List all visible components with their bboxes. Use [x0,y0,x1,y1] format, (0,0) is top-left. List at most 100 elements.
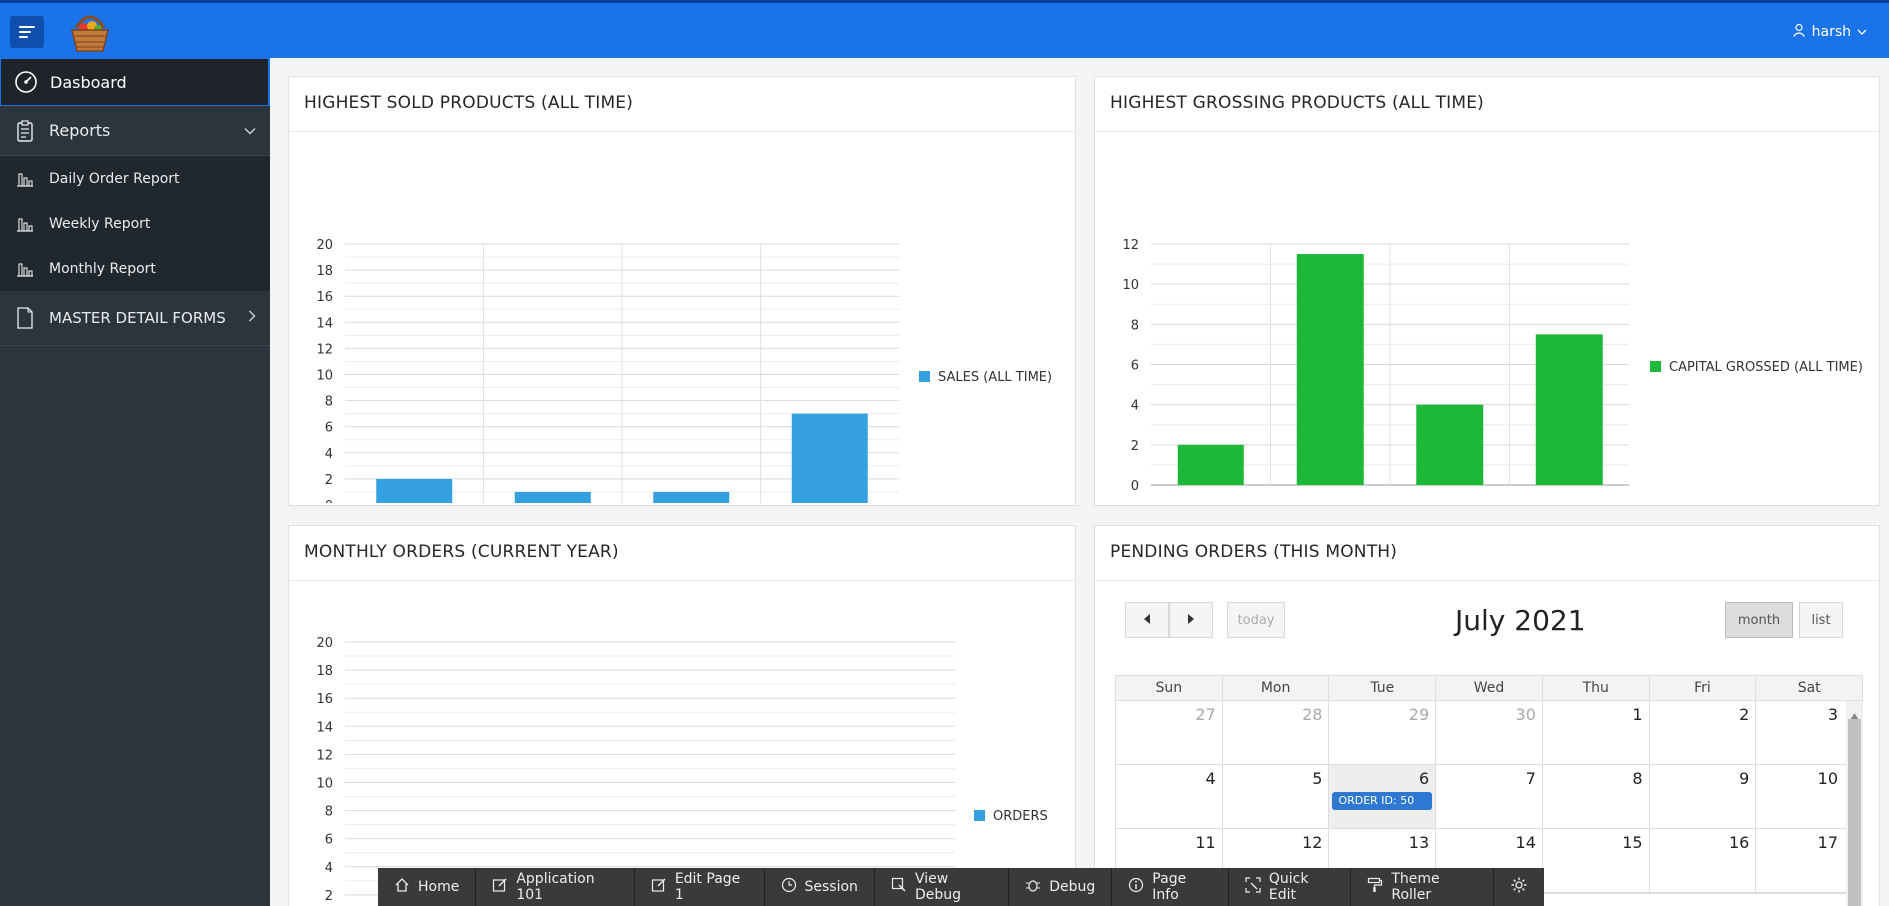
dev-label: Theme Roller [1391,871,1440,903]
calendar-day[interactable]: 5 [1223,765,1330,828]
weekday-label: Sat [1797,680,1821,696]
calendar-day[interactable]: 30 [1436,701,1543,764]
clipboard-icon [13,119,37,143]
y-tick-label: 20 [316,636,333,651]
weekday-label: Fri [1650,676,1757,700]
sidebar: Dasboard Reports Daily Order Report Week… [0,58,270,906]
sidebar-item-weekly-report[interactable]: Weekly Report [0,201,270,246]
y-tick-label: 2 [1131,439,1139,454]
day-number: 1 [1632,705,1643,724]
panel-title: MONTHLY ORDERS (CURRENT YEAR) [304,542,619,562]
calendar-week: 27 28 29 30 1 2 3 [1116,701,1862,765]
bug-icon [1025,877,1041,897]
highest-grossing-panel: HIGHEST GROSSING PRODUCTS (ALL TIME) 0 2 4… [1094,76,1880,506]
y-tick-label: 4 [325,861,333,876]
dev-view-debug-button[interactable]: View Debug [875,868,1010,906]
dev-page-info-button[interactable]: Page Info [1112,868,1229,906]
next-month-button[interactable] [1169,602,1213,638]
calendar-day[interactable]: 28 [1223,701,1330,764]
sidebar-item-label: Monthly Report [49,260,156,277]
sidebar-item-label: MASTER DETAIL FORMS [49,309,226,327]
scrollbar-thumb[interactable] [1848,719,1861,906]
dev-session-button[interactable]: Session [765,868,875,906]
dev-label: Page Info [1152,871,1187,903]
file-icon [13,306,37,330]
basket-logo[interactable] [66,8,114,56]
legend-swatch [919,371,930,382]
menu-toggle-button[interactable] [10,16,44,48]
dev-edit-page-button[interactable]: Edit Page 1 [635,868,765,906]
x-tick-label: Black Garlic,Organic [1384,502,1516,503]
weekday-label: Tue [1329,676,1437,700]
reports-submenu: Daily Order Report Weekly Report Monthly… [0,156,270,291]
calendar-day-today[interactable]: 6 ORDER ID: 50 [1329,765,1437,828]
y-tick-label: 20 [316,238,333,253]
dev-quick-edit-button[interactable]: Quick Edit [1229,868,1352,906]
calendar-day[interactable]: 29 [1329,701,1437,764]
calendar-day[interactable]: 15 [1543,829,1650,892]
capital-bar-chart: 024681012SpringOnions,Organic(bunch)Beet… [1122,238,1862,503]
sidebar-item-monthly-report[interactable]: Monthly Report [0,246,270,291]
dev-theme-roller-button[interactable]: Theme Roller [1351,868,1494,906]
today-button[interactable]: today [1227,602,1285,638]
prev-month-button[interactable] [1125,602,1169,638]
caret-right-icon [1187,613,1195,628]
y-tick-label: 18 [316,264,333,279]
calendar-day[interactable]: 4 [1116,765,1223,828]
calendar-day[interactable]: 2 [1650,701,1757,764]
y-tick-label: 0 [325,499,333,503]
dev-debug-button[interactable]: Debug [1009,868,1113,906]
calendar-day[interactable]: 8 [1543,765,1650,828]
calendar-scrollbar[interactable] [1846,701,1863,906]
user-menu[interactable]: harsh [1792,23,1867,41]
dev-settings-button[interactable] [1494,868,1544,906]
sidebar-item-daily-order-report[interactable]: Daily Order Report [0,156,270,201]
y-tick-label: 6 [325,421,333,436]
sales-bar-chart: 02468101214161820Spring Onions,Organic(b… [316,238,1052,503]
day-number: 14 [1515,833,1536,852]
month-view-button[interactable]: month [1725,602,1793,638]
y-tick-label: 14 [316,720,333,735]
sidebar-item-reports[interactable]: Reports [0,106,270,156]
day-number: 12 [1302,833,1323,852]
panel-divider [1095,580,1879,581]
weekday-label: Wed [1436,676,1543,700]
y-tick-label: 6 [1131,359,1139,374]
dev-label: Home [418,879,460,895]
panel-title: PENDING ORDERS (THIS MONTH) [1110,542,1398,562]
weekday-label: Thu [1543,676,1650,700]
x-tick-label: Chicken Breast [1521,502,1618,503]
sidebar-item-master-detail-forms[interactable]: MASTER DETAIL FORMS [0,291,270,346]
gear-icon [1510,876,1528,898]
list-view-button[interactable]: list [1799,602,1843,638]
calendar-day[interactable]: 27 [1116,701,1223,764]
legend-swatch [974,810,985,821]
sidebar-item-dashboard[interactable]: Dasboard [0,58,270,106]
order-event[interactable]: ORDER ID: 50 [1332,792,1433,810]
dev-application-button[interactable]: Application 101 [476,868,635,906]
calendar-day[interactable]: 9 [1650,765,1757,828]
dev-home-button[interactable]: Home [378,868,477,906]
calendar-day[interactable]: 16 [1650,829,1757,892]
day-number: 3 [1827,705,1839,724]
home-icon [394,877,410,897]
sidebar-item-label: Weekly Report [49,215,151,232]
legend-swatch [1650,361,1661,372]
y-tick-label: 0 [1131,479,1139,494]
clock-icon [781,877,797,897]
y-tick-label: 2 [325,889,333,904]
calendar-day[interactable]: 1 [1543,701,1650,764]
y-tick-label: 12 [316,748,333,763]
dev-label: Edit Page 1 [674,871,741,903]
y-tick-label: 12 [1122,238,1139,253]
day-number: 30 [1515,705,1536,724]
paint-roller-icon [1367,877,1383,897]
x-tick-label: Spring [1190,502,1232,503]
calendar-day[interactable]: 7 [1436,765,1543,828]
calendar-title: July 2021 [1455,604,1586,637]
day-number: 8 [1632,769,1643,788]
user-name: harsh [1811,24,1851,40]
cursor-icon [891,877,907,897]
day-number: 7 [1525,769,1536,788]
day-number: 2 [1739,705,1750,724]
